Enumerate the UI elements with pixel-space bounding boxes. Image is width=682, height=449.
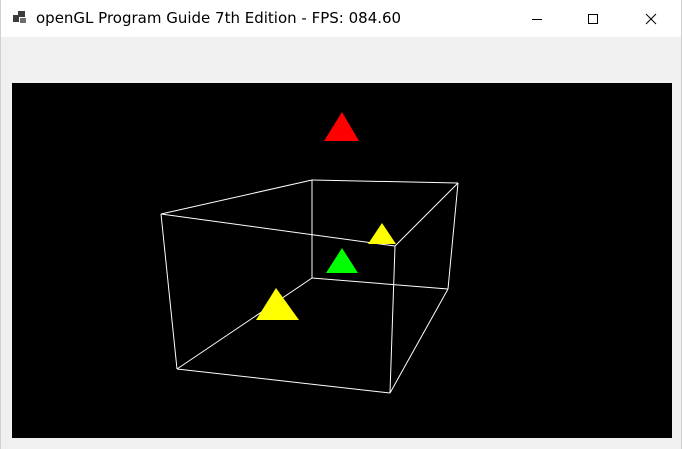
box-edge <box>176 277 313 370</box>
box-edge <box>176 368 391 394</box>
minimize-button[interactable] <box>514 0 560 37</box>
scene-render <box>160 112 459 394</box>
box-edge <box>389 245 396 394</box>
box-edge <box>160 213 178 370</box>
box-edge <box>394 182 459 247</box>
box-edge <box>311 179 459 184</box>
opengl-viewport[interactable] <box>12 83 672 438</box>
yellow-triangle-small <box>368 223 396 244</box>
yellow-triangle-large <box>256 288 299 320</box>
close-icon <box>645 13 657 25</box>
title-bar[interactable]: openGL Program Guide 7th Edition - FPS: … <box>1 0 681 37</box>
window-title: openGL Program Guide 7th Edition - FPS: … <box>36 9 402 27</box>
box-edge <box>160 179 313 215</box>
box-edge <box>160 213 396 247</box>
maximize-icon <box>587 13 599 25</box>
minimize-icon <box>531 13 543 25</box>
close-button[interactable] <box>628 0 674 37</box>
box-edge <box>311 277 449 290</box>
box-edge <box>447 182 459 290</box>
green-triangle <box>326 248 358 273</box>
wireframe-box <box>160 179 459 394</box>
red-triangle <box>324 112 359 141</box>
box-edge <box>389 288 449 394</box>
app-icon[interactable] <box>12 10 28 26</box>
application-window: openGL Program Guide 7th Edition - FPS: … <box>0 0 682 449</box>
maximize-button[interactable] <box>570 0 616 37</box>
